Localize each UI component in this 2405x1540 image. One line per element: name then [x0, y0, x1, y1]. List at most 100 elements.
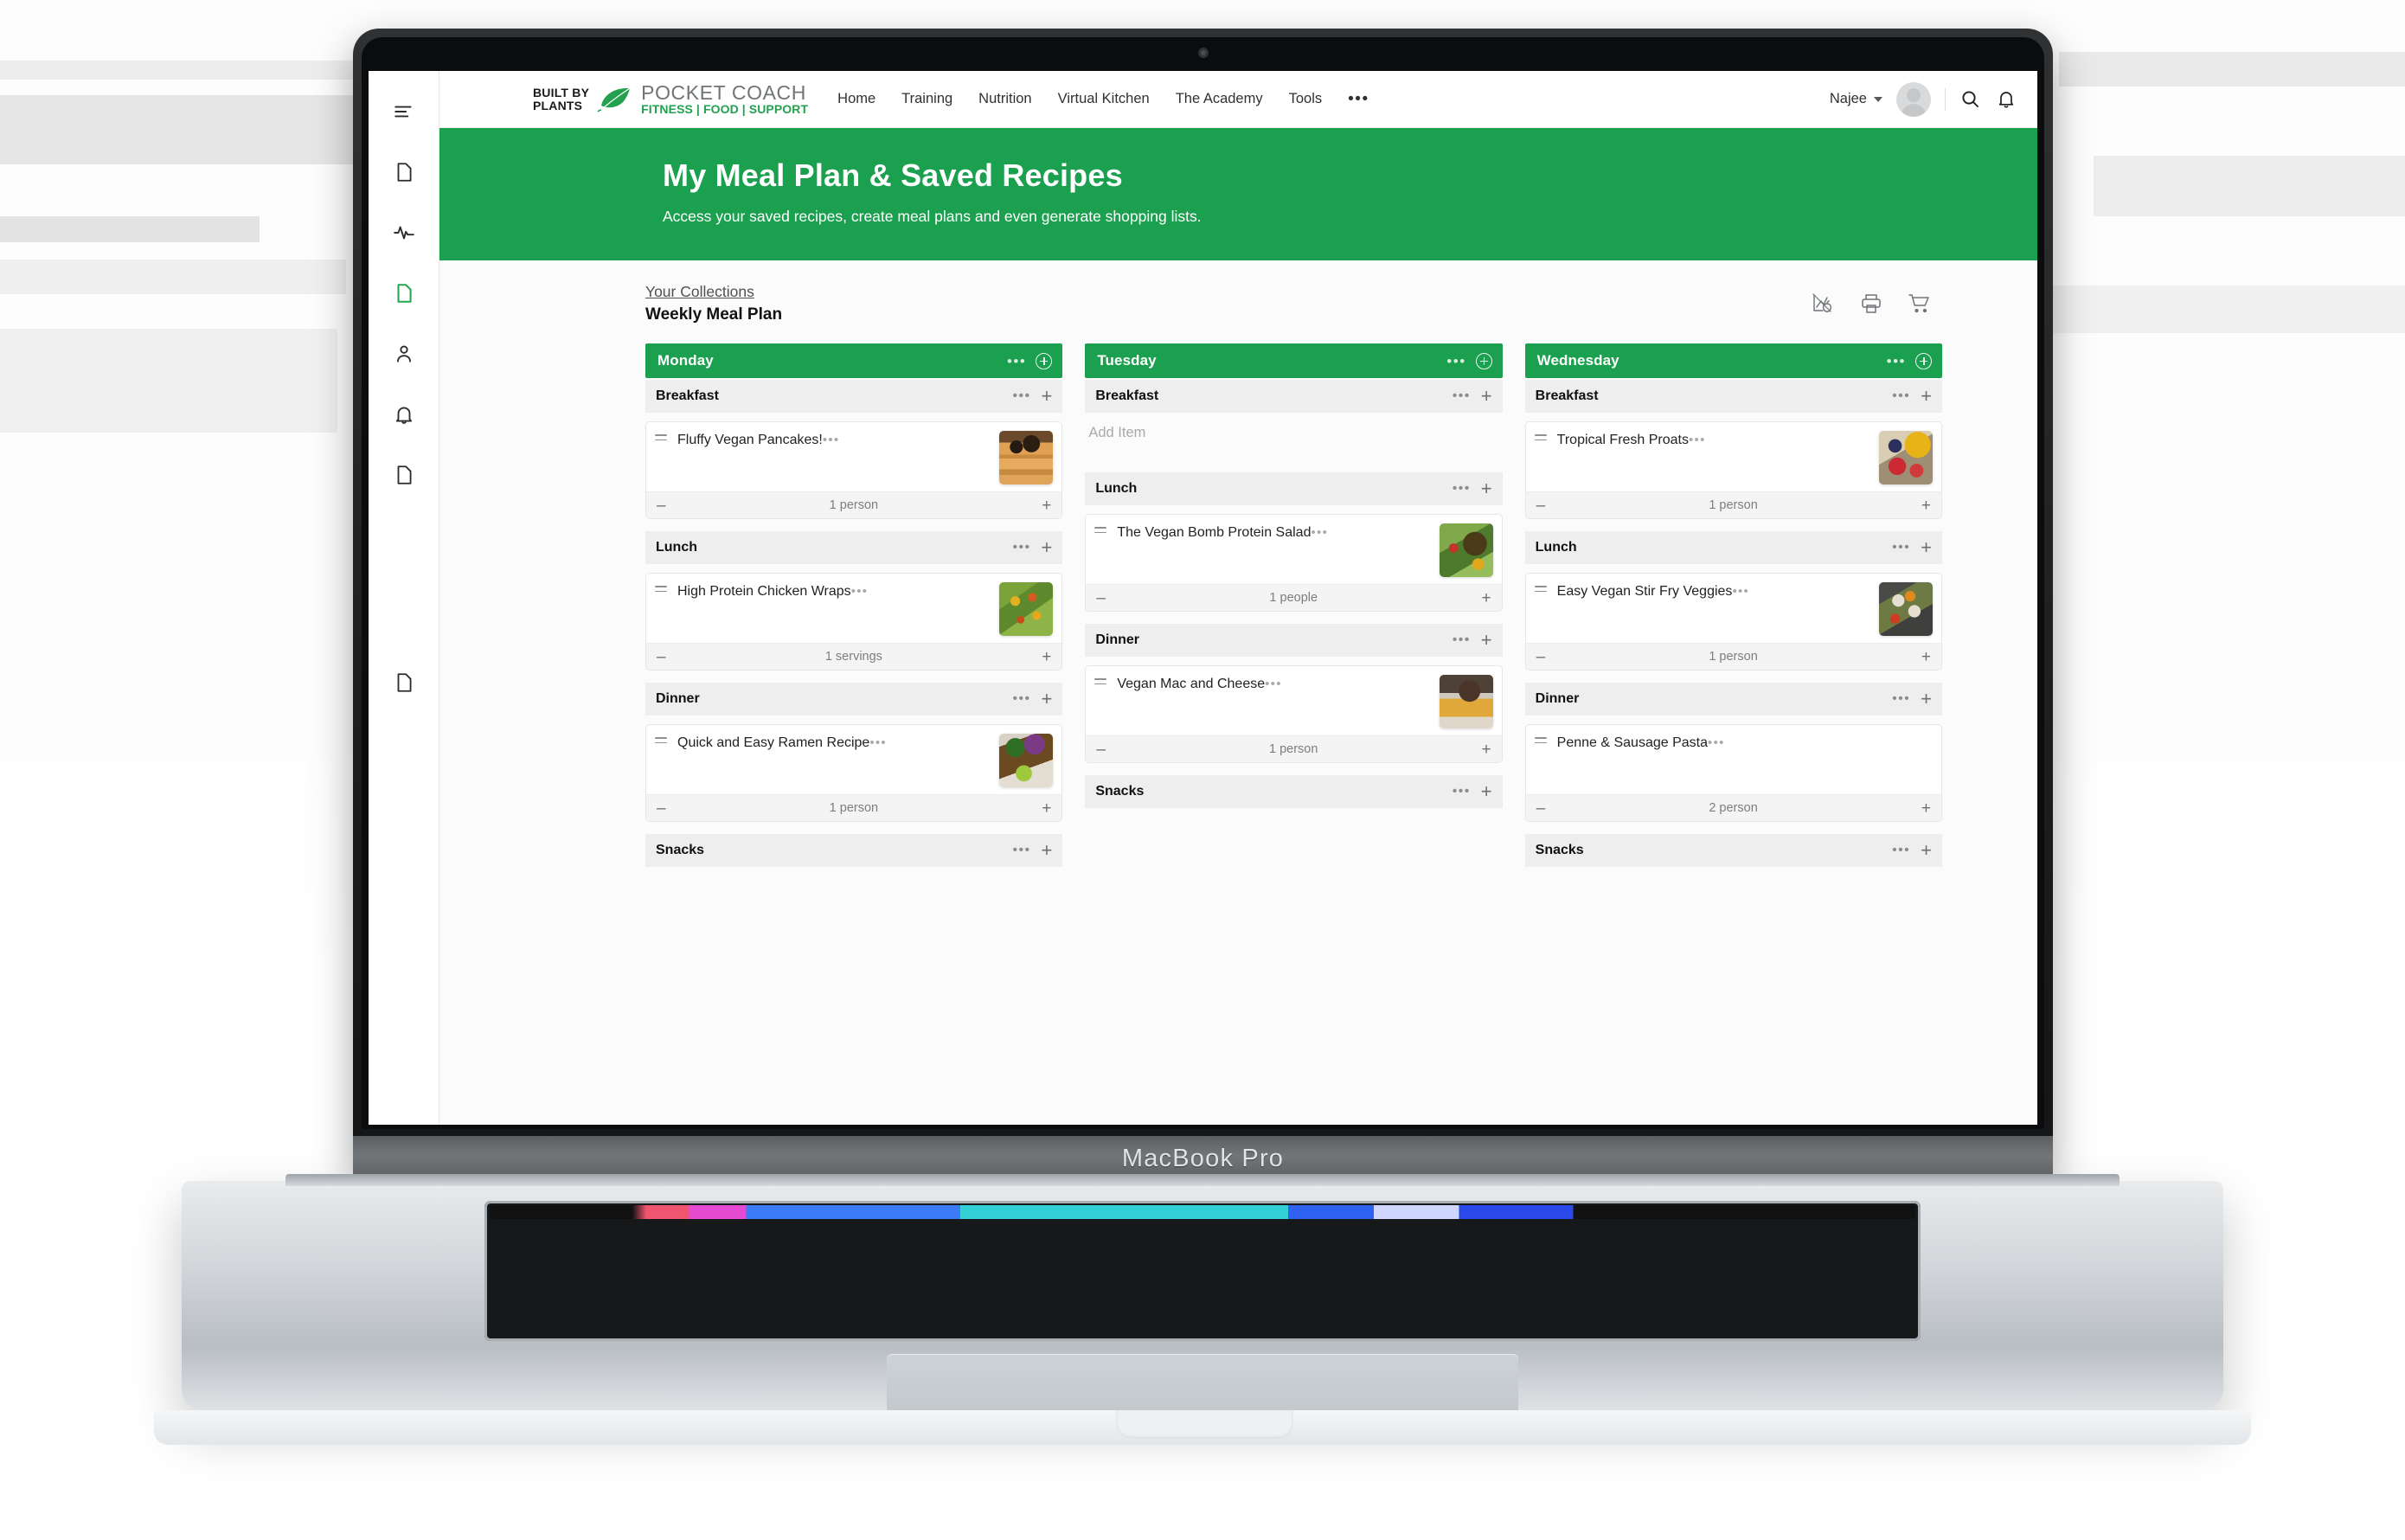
document-icon[interactable]: [389, 668, 419, 697]
meal-more-icon[interactable]: •••: [1892, 692, 1910, 706]
day-add-icon[interactable]: [1475, 352, 1492, 369]
nutrition-icon[interactable]: [1811, 292, 1837, 318]
cart-icon[interactable]: [1908, 292, 1934, 318]
nav-item-tools[interactable]: Tools: [1289, 91, 1323, 107]
nav-item-home[interactable]: Home: [837, 91, 875, 107]
meal-more-icon[interactable]: •••: [1012, 541, 1030, 555]
drag-handle-icon[interactable]: [1094, 678, 1108, 730]
meal-card-body: Tropical Fresh Proats•••: [1526, 422, 1941, 491]
meal-more-icon[interactable]: •••: [1012, 844, 1030, 857]
decrease-servings-button[interactable]: –: [1536, 800, 1546, 817]
account-menu[interactable]: Najee: [1830, 91, 1882, 107]
add-item-placeholder[interactable]: Add Item: [1085, 413, 1502, 441]
drag-handle-icon[interactable]: [1094, 527, 1108, 579]
increase-servings-button[interactable]: +: [1042, 497, 1051, 514]
meal-card-more-icon[interactable]: •••: [851, 584, 869, 599]
decrease-servings-button[interactable]: –: [1096, 590, 1106, 606]
meal-add-icon[interactable]: +: [1041, 690, 1052, 709]
decrease-servings-button[interactable]: –: [657, 497, 666, 514]
drag-handle-icon[interactable]: [655, 737, 669, 789]
drag-handle-icon[interactable]: [655, 586, 669, 638]
meal-add-icon[interactable]: +: [1921, 690, 1932, 709]
document-icon[interactable]: [389, 460, 419, 490]
meal-card[interactable]: Fluffy Vegan Pancakes!••• –1 person +: [645, 421, 1063, 519]
meal-card[interactable]: Tropical Fresh Proats••• –1 person +: [1524, 421, 1942, 519]
document-icon[interactable]: [389, 157, 419, 187]
meal-add-icon[interactable]: +: [1481, 387, 1492, 406]
decrease-servings-button[interactable]: –: [657, 649, 666, 665]
person-icon[interactable]: [389, 339, 419, 369]
meal-more-icon[interactable]: •••: [1012, 692, 1030, 706]
meal-more-icon[interactable]: •••: [1892, 541, 1910, 555]
collections-link[interactable]: Your Collections: [645, 283, 782, 301]
day-more-icon[interactable]: •••: [1887, 354, 1906, 369]
increase-servings-button[interactable]: +: [1482, 590, 1491, 606]
print-icon[interactable]: [1859, 292, 1885, 318]
meal-more-icon[interactable]: •••: [1453, 633, 1471, 647]
menu-icon[interactable]: [389, 97, 419, 126]
meal-card[interactable]: Easy Vegan Stir Fry Veggies••• –1 person +: [1524, 573, 1942, 671]
meal-add-icon[interactable]: +: [1481, 782, 1492, 801]
nav-item-nutrition[interactable]: Nutrition: [978, 91, 1031, 107]
meal-card[interactable]: Quick and Easy Ramen Recipe••• –1 person +: [645, 724, 1063, 822]
meal-card-more-icon[interactable]: •••: [823, 433, 840, 447]
brand-logo[interactable]: BUILT BY PLANTS POCKET COACH FITNESS | F…: [533, 83, 808, 116]
increase-servings-button[interactable]: +: [1482, 741, 1491, 758]
decrease-servings-button[interactable]: –: [1096, 741, 1106, 758]
meal-more-icon[interactable]: •••: [1453, 482, 1471, 496]
meal-card[interactable]: High Protein Chicken Wraps••• –1 servings…: [645, 573, 1063, 671]
meal-add-icon[interactable]: +: [1041, 538, 1052, 557]
drag-handle-icon[interactable]: [655, 434, 669, 486]
drag-handle-icon[interactable]: [1534, 586, 1549, 638]
drag-handle-icon[interactable]: [1534, 434, 1549, 486]
decrease-servings-button[interactable]: –: [1536, 497, 1546, 514]
meal-card[interactable]: The Vegan Bomb Protein Salad••• –1 people…: [1085, 514, 1503, 612]
meal-card[interactable]: Vegan Mac and Cheese••• –1 person +: [1085, 665, 1503, 763]
day-add-icon[interactable]: [1914, 352, 1932, 369]
meal-section-actions: ••• +: [1012, 841, 1052, 860]
activity-icon[interactable]: [389, 218, 419, 247]
nav-overflow-icon[interactable]: •••: [1348, 90, 1369, 109]
meal-card-more-icon[interactable]: •••: [1265, 677, 1282, 691]
meal-card[interactable]: Penne & Sausage Pasta••• –2 person +: [1524, 724, 1942, 822]
meal-add-icon[interactable]: +: [1921, 841, 1932, 860]
meal-card-more-icon[interactable]: •••: [1732, 584, 1749, 599]
increase-servings-button[interactable]: +: [1921, 497, 1931, 514]
meal-add-icon[interactable]: +: [1041, 387, 1052, 406]
day-add-icon[interactable]: [1036, 352, 1053, 369]
increase-servings-button[interactable]: +: [1042, 800, 1051, 817]
meal-title: The Vegan Bomb Protein Salad: [1117, 525, 1312, 540]
decrease-servings-button[interactable]: –: [1536, 649, 1546, 665]
meal-card-more-icon[interactable]: •••: [1708, 735, 1725, 750]
increase-servings-button[interactable]: +: [1921, 800, 1931, 817]
meal-add-icon[interactable]: +: [1921, 538, 1932, 557]
notifications-bell-icon[interactable]: [1996, 88, 2018, 111]
day-more-icon[interactable]: •••: [1007, 354, 1026, 369]
meal-add-icon[interactable]: +: [1481, 631, 1492, 650]
drag-handle-icon[interactable]: [1534, 737, 1549, 789]
meal-add-icon[interactable]: +: [1921, 387, 1932, 406]
avatar[interactable]: [1896, 81, 1931, 117]
meal-more-icon[interactable]: •••: [1453, 785, 1471, 799]
nav-item-virtual-kitchen[interactable]: Virtual Kitchen: [1058, 91, 1150, 107]
meal-more-icon[interactable]: •••: [1892, 389, 1910, 403]
meal-more-icon[interactable]: •••: [1012, 389, 1030, 403]
day-more-icon[interactable]: •••: [1446, 354, 1465, 369]
meal-card-more-icon[interactable]: •••: [869, 735, 887, 750]
increase-servings-button[interactable]: +: [1921, 649, 1931, 665]
document-active-icon[interactable]: [389, 279, 419, 308]
meal-add-icon[interactable]: +: [1481, 479, 1492, 498]
decrease-servings-button[interactable]: –: [657, 800, 666, 817]
meal-more-icon[interactable]: •••: [1892, 844, 1910, 857]
nav-item-the-academy[interactable]: The Academy: [1176, 91, 1263, 107]
increase-servings-button[interactable]: +: [1042, 649, 1051, 665]
nav-item-training[interactable]: Training: [901, 91, 952, 107]
meal-section-actions: ••• +: [1892, 690, 1932, 709]
bell-icon[interactable]: [389, 400, 419, 429]
meal-more-icon[interactable]: •••: [1453, 389, 1471, 403]
meal-card-more-icon[interactable]: •••: [1689, 433, 1706, 447]
search-icon[interactable]: [1959, 88, 1982, 111]
meal-card-more-icon[interactable]: •••: [1311, 525, 1328, 540]
meal-add-icon[interactable]: +: [1041, 841, 1052, 860]
meal-section-header: Snacks ••• +: [1524, 834, 1942, 867]
